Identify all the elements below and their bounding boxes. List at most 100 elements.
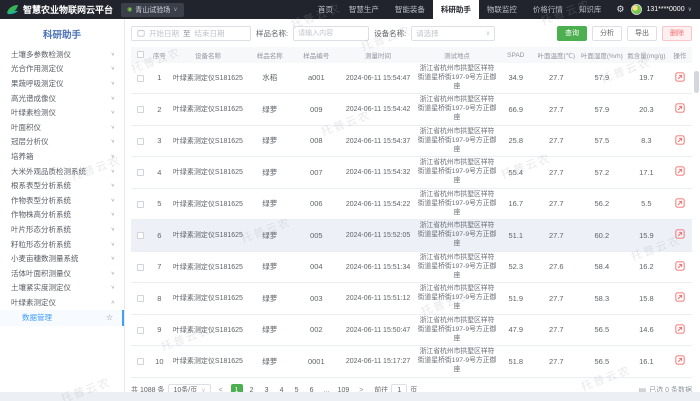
view-report-button[interactable]	[675, 72, 685, 82]
gear-icon[interactable]: ⚙	[616, 0, 624, 19]
date-range-picker[interactable]: 开始日期 至 结束日期	[131, 26, 251, 41]
cell-spad: 16.7	[498, 188, 534, 219]
view-report-button[interactable]	[675, 324, 685, 334]
table-row[interactable]: 10叶绿素测定仪S181625绿萝00012024-06-11 15:17:27…	[131, 346, 692, 377]
sidebar-item-label: 叶绿素检测仪	[11, 107, 56, 118]
footer-strip	[0, 392, 700, 401]
nav-item[interactable]: 价格行情	[525, 0, 571, 19]
view-report-button[interactable]	[675, 103, 685, 113]
row-checkbox[interactable]	[137, 169, 144, 176]
cell-humidity: 57.9	[579, 94, 626, 125]
row-checkbox[interactable]	[137, 138, 144, 145]
sidebar-item[interactable]: 叶面积仪∨	[0, 120, 124, 135]
cell-location: 浙江省杭州市拱墅区祥符街道星桥街197-9号方正御座	[417, 220, 498, 251]
cell-spad: 52.3	[498, 251, 534, 282]
row-checkbox[interactable]	[137, 201, 144, 208]
sidebar-item-label: 叶面积仪	[11, 122, 41, 133]
row-checkbox[interactable]	[137, 358, 144, 365]
row-checkbox[interactable]	[137, 295, 144, 302]
cell-location: 浙江省杭州市拱墅区祥符街道星桥街197-9号方正御座	[417, 125, 498, 156]
sidebar-item[interactable]: 光合作用测定仪∨	[0, 62, 124, 77]
nav-item[interactable]: 知识库	[571, 0, 610, 19]
analyze-button[interactable]: 分析	[592, 26, 622, 41]
table-row[interactable]: 2叶绿素测定仪S181625绿萝0092024-06-11 15:54:42浙江…	[131, 94, 692, 125]
scrollbar-thumb[interactable]	[694, 71, 699, 93]
query-button[interactable]: 查询	[557, 26, 587, 41]
select-all-checkbox[interactable]	[137, 51, 144, 58]
cell-temp: 27.7	[534, 346, 579, 377]
nav-item[interactable]: 智慧生产	[341, 0, 387, 19]
row-checkbox[interactable]	[137, 232, 144, 239]
favorite-star-icon[interactable]: ☆	[106, 313, 113, 322]
cell-time: 2024-06-11 15:54:42	[340, 94, 417, 125]
sidebar-item[interactable]: 根系表型分析系统∨	[0, 178, 124, 193]
row-checkbox[interactable]	[137, 264, 144, 271]
cell-code: 007	[293, 157, 340, 188]
sidebar-item[interactable]: 作物株高分析系统∨	[0, 208, 124, 223]
chevron-down-icon: ∨	[111, 212, 115, 218]
chevron-down-icon: ∨	[111, 81, 115, 87]
nav-item[interactable]: 智能装备	[387, 0, 433, 19]
sidebar-item[interactable]: 小麦亩穗数测量系统∨	[0, 251, 124, 266]
row-checkbox[interactable]	[137, 75, 144, 82]
chevron-down-icon: ∨	[111, 256, 115, 262]
sidebar-item[interactable]: 叶绿素测定仪∧	[0, 295, 124, 310]
row-checkbox[interactable]	[137, 106, 144, 113]
sidebar-item[interactable]: 土壤多参数检测仪∨	[0, 47, 124, 62]
table-row[interactable]: 9叶绿素测定仪S181625绿萝0022024-06-11 15:50:47浙江…	[131, 314, 692, 345]
date-end-placeholder: 结束日期	[195, 28, 225, 39]
sidebar-item[interactable]: 培养箱∨	[0, 149, 124, 164]
table-row[interactable]: 5叶绿素测定仪S181625绿萝0062024-06-11 15:54:22浙江…	[131, 188, 692, 219]
user-menu-chevron-icon[interactable]: ∨	[688, 6, 692, 13]
table-row[interactable]: 4叶绿素测定仪S181625绿萝0072024-06-11 15:54:32浙江…	[131, 157, 692, 188]
view-report-button[interactable]	[675, 198, 685, 208]
sidebar-item[interactable]: 叶片形态分析系统∨	[0, 222, 124, 237]
chevron-down-icon: ∨	[111, 168, 115, 174]
sidebar-item[interactable]: 大米外观品质检测系统∨	[0, 164, 124, 179]
view-report-button[interactable]	[675, 229, 685, 239]
cell-spad: 51.9	[498, 283, 534, 314]
sidebar-item[interactable]: 冠层分析仪∨	[0, 135, 124, 150]
sidebar-item[interactable]: 作物表型分析系统∨	[0, 193, 124, 208]
site-selector[interactable]: ◉ 青山试验场 ∨	[121, 3, 184, 17]
sidebar-item[interactable]: 土壤紧实度测定仪∨	[0, 281, 124, 296]
view-report-button[interactable]	[675, 355, 685, 365]
cell-no: 8	[149, 283, 169, 314]
table-row[interactable]: 1叶绿素测定仪S181625水稻a0012024-06-11 15:54:47浙…	[131, 63, 692, 94]
sidebar-item[interactable]: 果蔬呼吸测定仪∨	[0, 76, 124, 91]
cell-location: 浙江省杭州市拱墅区祥符街道星桥街197-9号方正御座	[417, 283, 498, 314]
cell-temp: 27.7	[534, 125, 579, 156]
export-button[interactable]: 导出	[627, 26, 657, 41]
cell-nitrogen: 8.3	[625, 125, 668, 156]
row-checkbox[interactable]	[137, 327, 144, 334]
sidebar-item[interactable]: 籽粒形态分析系统∨	[0, 237, 124, 252]
avatar[interactable]	[631, 4, 642, 15]
view-report-button[interactable]	[675, 166, 685, 176]
nav-item[interactable]: 科研助手	[433, 0, 479, 19]
view-report-button[interactable]	[675, 292, 685, 302]
sidebar-item[interactable]: 叶绿素检测仪∨	[0, 105, 124, 120]
cell-temp: 27.7	[534, 157, 579, 188]
chevron-down-icon: ∨	[111, 95, 115, 101]
table-row[interactable]: 7叶绿素测定仪S181625绿萝0042024-06-11 15:51:34浙江…	[131, 251, 692, 282]
sidebar-item-label: 培养箱	[11, 151, 34, 162]
cell-no: 1	[149, 63, 169, 94]
device-select[interactable]: 请选择 ∨	[411, 26, 495, 41]
cell-spad: 51.8	[498, 346, 534, 377]
nav-item[interactable]: 首页	[310, 0, 341, 19]
cell-no: 9	[149, 314, 169, 345]
table-row[interactable]: 8叶绿素测定仪S181625绿萝0032024-06-11 15:51:12浙江…	[131, 283, 692, 314]
table-row[interactable]: 6叶绿素测定仪S181625绿萝0052024-06-11 15:52:05浙江…	[131, 220, 692, 251]
sidebar-item[interactable]: 高光谱成像仪∨	[0, 91, 124, 106]
view-report-button[interactable]	[675, 135, 685, 145]
sidebar-subitem-data-management[interactable]: 数据管理☆	[0, 310, 124, 326]
sample-name-input[interactable]	[293, 26, 369, 41]
cell-location: 浙江省杭州市拱墅区祥符街道星桥街197-9号方正御座	[417, 63, 498, 94]
nav-item[interactable]: 物联监控	[479, 0, 525, 19]
table-row[interactable]: 3叶绿素测定仪S181625绿萝0082024-06-11 15:54:37浙江…	[131, 125, 692, 156]
delete-button[interactable]: 删除	[662, 26, 692, 41]
sidebar-item[interactable]: 活体叶面积测量仪∨	[0, 266, 124, 281]
cell-code: 005	[293, 220, 340, 251]
view-report-button[interactable]	[675, 261, 685, 271]
cell-humidity: 57.2	[579, 157, 626, 188]
